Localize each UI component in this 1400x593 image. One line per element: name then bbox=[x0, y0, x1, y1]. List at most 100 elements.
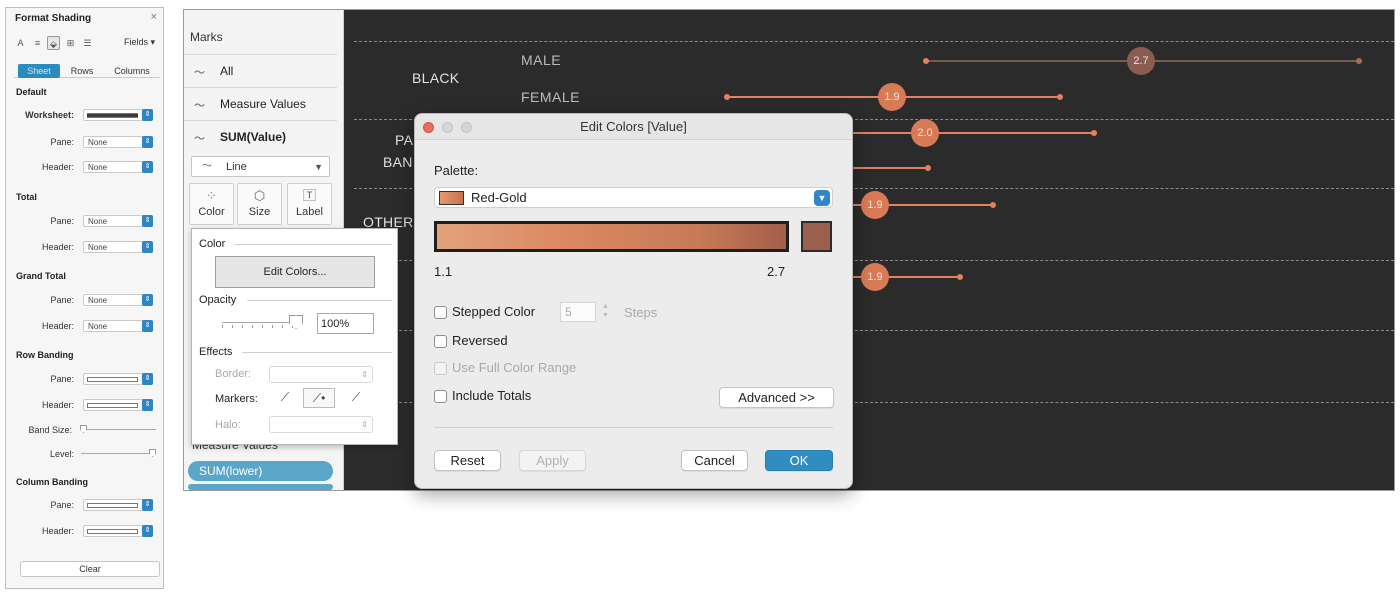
stepper-icon: ⇕ bbox=[142, 499, 153, 511]
band-size-label: Band Size: bbox=[28, 425, 72, 435]
full-color-range-checkbox[interactable] bbox=[434, 362, 447, 375]
pill-sum-lower[interactable]: SUM(lower) bbox=[188, 461, 333, 481]
border-select[interactable]: ⇕ bbox=[269, 366, 373, 383]
range-end-dot bbox=[1057, 94, 1063, 100]
align-icon[interactable]: ≡ bbox=[31, 36, 44, 50]
level-knob[interactable] bbox=[149, 449, 156, 457]
apply-button[interactable]: Apply bbox=[519, 450, 586, 471]
halo-label: Halo: bbox=[215, 419, 241, 431]
section-default: Default bbox=[16, 87, 47, 97]
column-banding-pane-select[interactable]: ⇕ bbox=[83, 499, 153, 511]
dialog-title: Edit Colors [Value] bbox=[580, 119, 687, 134]
advanced-button[interactable]: Advanced >> bbox=[719, 387, 834, 408]
value-bubble[interactable]: 2.0 bbox=[911, 119, 939, 147]
reset-button[interactable]: Reset bbox=[434, 450, 501, 471]
lines-icon[interactable]: ☰ bbox=[81, 36, 94, 50]
value-bubble[interactable]: 1.9 bbox=[861, 191, 889, 219]
color-dots-icon: ⁘ bbox=[206, 188, 217, 203]
grand-total-header-value: None bbox=[88, 322, 108, 331]
grand-total-pane-select[interactable]: None ⇕ bbox=[83, 294, 153, 306]
effects-label: Effects bbox=[199, 346, 233, 358]
grand-total-pane-value: None bbox=[88, 296, 108, 305]
cancel-button[interactable]: Cancel bbox=[681, 450, 748, 471]
opacity-slider[interactable] bbox=[222, 322, 300, 328]
worksheet-color-select[interactable]: ⇕ bbox=[83, 109, 153, 121]
size-button[interactable]: ⬡ Size bbox=[237, 183, 282, 225]
total-header-label: Header: bbox=[41, 242, 74, 252]
band-size-knob[interactable] bbox=[80, 425, 87, 433]
range-end-dot bbox=[724, 94, 730, 100]
close-icon[interactable]: × bbox=[151, 11, 157, 23]
row-banding-header-select[interactable]: ⇕ bbox=[83, 399, 153, 411]
color-gradient-bar[interactable] bbox=[434, 221, 789, 252]
grand-total-header-label: Header: bbox=[41, 321, 74, 331]
band-size-slider[interactable] bbox=[80, 425, 156, 433]
range-end-dot bbox=[923, 58, 929, 64]
default-pane-select[interactable]: None ⇕ bbox=[83, 136, 153, 148]
row-banding-pane-select[interactable]: ⇕ bbox=[83, 373, 153, 385]
slider-tick bbox=[262, 325, 263, 328]
stepper-icon: ⇕ bbox=[142, 399, 153, 411]
slider-tick bbox=[252, 325, 253, 328]
stepper-icon: ⇕ bbox=[142, 320, 153, 332]
column-banding-header-select[interactable]: ⇕ bbox=[83, 525, 153, 537]
marks-row-measure-values[interactable]: 〜 Measure Values bbox=[184, 87, 337, 118]
marker-selected-option[interactable]: ⟋• bbox=[303, 388, 335, 408]
slider-tick bbox=[282, 325, 283, 328]
format-tabs: Sheet Rows Columns bbox=[14, 64, 160, 78]
stepper-icon: ⇕ bbox=[142, 136, 153, 148]
value-bubble[interactable]: 2.7 bbox=[1127, 47, 1155, 75]
range-end-dot bbox=[1356, 58, 1362, 64]
default-header-select[interactable]: None ⇕ bbox=[83, 161, 153, 173]
end-color-swatch[interactable] bbox=[801, 221, 832, 252]
clear-button[interactable]: Clear bbox=[20, 561, 160, 577]
include-totals-label: Include Totals bbox=[452, 388, 532, 403]
include-totals-checkbox[interactable] bbox=[434, 390, 447, 403]
grand-total-header-select[interactable]: None ⇕ bbox=[83, 320, 153, 332]
total-pane-select[interactable]: None ⇕ bbox=[83, 215, 153, 227]
value-bubble[interactable]: 1.9 bbox=[861, 263, 889, 291]
mark-type-select[interactable]: 〜 Line ▼ bbox=[191, 156, 330, 177]
steps-input[interactable]: 5 bbox=[560, 302, 596, 322]
pill-partial[interactable] bbox=[188, 484, 333, 490]
value-bubble[interactable]: 1.9 bbox=[878, 83, 906, 111]
section-column-banding: Column Banding bbox=[16, 477, 88, 487]
border-label: Border: bbox=[215, 368, 252, 380]
opacity-input[interactable]: 100% bbox=[317, 313, 374, 334]
range-end-dot bbox=[925, 165, 931, 171]
borders-icon[interactable]: ⊞ bbox=[64, 36, 77, 50]
total-header-select[interactable]: None ⇕ bbox=[83, 241, 153, 253]
tab-sheet[interactable]: Sheet bbox=[18, 64, 60, 78]
tab-rows[interactable]: Rows bbox=[64, 64, 100, 78]
marks-row-all[interactable]: 〜 All bbox=[184, 54, 337, 85]
full-color-range-label: Use Full Color Range bbox=[452, 360, 577, 375]
edit-colors-button[interactable]: Edit Colors... bbox=[215, 256, 375, 288]
halo-select[interactable]: ⇕ bbox=[269, 416, 373, 433]
ok-button[interactable]: OK bbox=[765, 450, 833, 471]
font-icon[interactable]: A bbox=[14, 36, 27, 50]
shading-icon[interactable]: ⬙ bbox=[47, 36, 60, 50]
fields-dropdown[interactable]: Fields ▾ bbox=[124, 37, 155, 48]
reversed-checkbox[interactable] bbox=[434, 335, 447, 348]
range-max-label: 2.7 bbox=[767, 264, 786, 279]
default-header-value: None bbox=[88, 163, 108, 172]
section-row-banding: Row Banding bbox=[16, 350, 74, 360]
level-slider[interactable] bbox=[81, 449, 156, 457]
gridline bbox=[354, 41, 1394, 42]
palette-value: Red-Gold bbox=[471, 190, 527, 205]
marker-none-option[interactable]: ⟋ bbox=[269, 388, 301, 408]
palette-select[interactable]: Red-Gold ▼ bbox=[434, 187, 833, 208]
default-header-label: Header: bbox=[41, 162, 74, 172]
level-label: Level: bbox=[49, 449, 74, 459]
size-button-label: Size bbox=[248, 206, 271, 218]
tab-columns[interactable]: Columns bbox=[108, 64, 156, 78]
label-button[interactable]: 🅃 Label bbox=[287, 183, 332, 225]
palette-label: Palette: bbox=[434, 163, 479, 178]
color-button[interactable]: ⁘ Color bbox=[189, 183, 234, 225]
steps-stepper-icon[interactable]: ▲ ▼ bbox=[599, 302, 612, 322]
stepped-color-checkbox[interactable] bbox=[434, 306, 447, 319]
column-banding-pane-label: Pane: bbox=[50, 500, 74, 510]
marker-all-option[interactable]: ⟋ bbox=[340, 388, 372, 408]
marks-row-sum-value[interactable]: 〜 SUM(Value) bbox=[184, 120, 337, 151]
grand-total-pane-label: Pane: bbox=[50, 295, 74, 305]
